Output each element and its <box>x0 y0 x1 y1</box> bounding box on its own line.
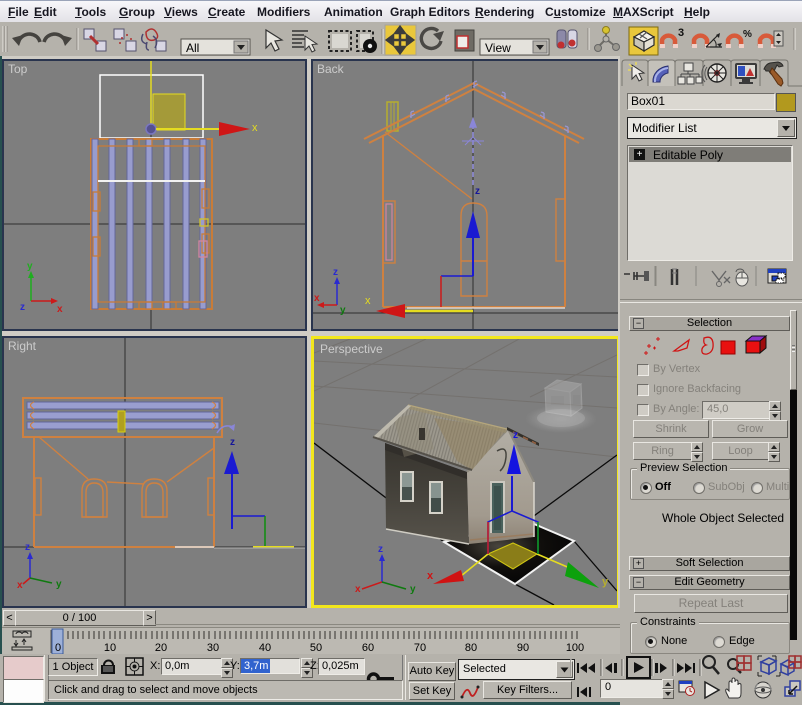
svg-text:80: 80 <box>465 642 477 654</box>
svg-text:z: z <box>333 267 338 278</box>
svg-text:z: z <box>230 437 235 448</box>
svg-text:3: 3 <box>678 27 684 39</box>
svg-text:x: x <box>355 584 361 595</box>
svg-text:x: x <box>17 580 23 591</box>
svg-text:90: 90 <box>517 642 529 654</box>
svg-text:y: y <box>410 584 416 595</box>
svg-text:60: 60 <box>362 642 374 654</box>
svg-text:10: 10 <box>104 642 116 654</box>
svg-text:x: x <box>57 304 63 315</box>
svg-text:0: 0 <box>55 642 61 654</box>
svg-text:All: All <box>186 41 199 55</box>
svg-text:y: y <box>340 305 346 316</box>
svg-text:z: z <box>25 542 30 553</box>
svg-text:y: y <box>602 576 609 588</box>
svg-text:40: 40 <box>259 642 271 654</box>
svg-text:View: View <box>485 41 511 55</box>
svg-text:y: y <box>27 261 33 272</box>
svg-text:z: z <box>378 544 383 555</box>
svg-text:z: z <box>475 186 480 197</box>
svg-text:%: % <box>743 29 752 40</box>
svg-text:50: 50 <box>310 642 322 654</box>
svg-text:x: x <box>427 570 434 582</box>
svg-text:30: 30 <box>207 642 219 654</box>
svg-text:100: 100 <box>566 642 584 654</box>
svg-text:70: 70 <box>414 642 426 654</box>
svg-text:z: z <box>513 430 518 441</box>
svg-text:x: x <box>365 295 371 307</box>
svg-text:x: x <box>252 122 258 134</box>
svg-text:20: 20 <box>155 642 167 654</box>
svg-text:z: z <box>20 302 25 313</box>
svg-text:y: y <box>56 579 62 590</box>
svg-text:x: x <box>314 293 320 304</box>
